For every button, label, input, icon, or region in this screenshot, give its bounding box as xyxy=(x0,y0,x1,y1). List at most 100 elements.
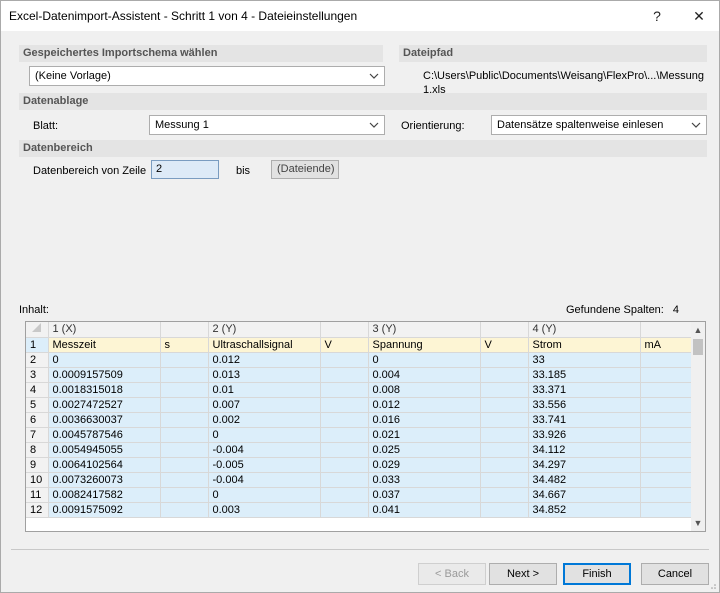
column-header[interactable]: 2 (Y) xyxy=(208,322,321,338)
column-header[interactable] xyxy=(480,322,529,338)
table-cell xyxy=(640,427,693,443)
back-button[interactable]: < Back xyxy=(418,563,486,585)
range-from-input[interactable]: 2 xyxy=(151,160,219,179)
resize-grip-icon[interactable] xyxy=(707,580,717,590)
table-cell: Spannung xyxy=(368,337,481,353)
chevron-up-icon[interactable]: ▲ xyxy=(691,322,705,338)
scroll-thumb[interactable] xyxy=(693,339,703,355)
table-cell: 0.008 xyxy=(368,382,481,398)
orientation-select[interactable]: Datensätze spaltenweise einlesen xyxy=(491,115,707,135)
preview-table: 1 (X) 2 (Y) 3 (Y) 4 (Y) 1 Messzeit s Ult… xyxy=(26,322,693,518)
table-cell: s xyxy=(160,337,209,353)
table-cell: 34.112 xyxy=(528,442,641,458)
table-cell: 0.033 xyxy=(368,472,481,488)
table-cell xyxy=(640,487,693,503)
table-cell xyxy=(480,472,529,488)
table-row[interactable]: 1 Messzeit s Ultraschallsignal V Spannun… xyxy=(26,337,693,353)
chevron-down-icon[interactable]: ▼ xyxy=(691,515,705,531)
table-row[interactable]: 6 0.0036630037 0.002 0.016 33.741 xyxy=(26,412,693,428)
import-schema-select[interactable]: (Keine Vorlage) xyxy=(29,66,385,86)
table-cell xyxy=(480,412,529,428)
table-cell xyxy=(480,457,529,473)
table-cell: 0.003 xyxy=(208,502,321,518)
table-row[interactable]: 4 0.0018315018 0.01 0.008 33.371 xyxy=(26,382,693,398)
row-number: 9 xyxy=(26,457,49,473)
separator xyxy=(11,549,709,550)
table-cell: 34.482 xyxy=(528,472,641,488)
table-cell: 0.0036630037 xyxy=(48,412,161,428)
column-header[interactable] xyxy=(320,322,369,338)
sheet-value: Messung 1 xyxy=(155,119,209,131)
grid-body: 1 Messzeit s Ultraschallsignal V Spannun… xyxy=(26,337,693,518)
table-row[interactable]: 2 0 0.012 0 33 xyxy=(26,352,693,368)
table-cell xyxy=(160,487,209,503)
table-cell xyxy=(320,427,369,443)
import-schema-header: Gespeichertes Importschema wählen xyxy=(19,45,383,62)
table-row[interactable]: 8 0.0054945055 -0.004 0.025 34.112 xyxy=(26,442,693,458)
import-wizard-window: Excel-Datenimport-Assistent - Schritt 1 … xyxy=(0,0,720,593)
column-header[interactable]: 3 (Y) xyxy=(368,322,481,338)
table-cell xyxy=(160,397,209,413)
table-cell xyxy=(640,457,693,473)
table-cell: 0.0027472527 xyxy=(48,397,161,413)
found-columns-label: Gefundene Spalten: xyxy=(566,304,664,316)
table-cell xyxy=(640,502,693,518)
table-row[interactable]: 10 0.0073260073 -0.004 0.033 34.482 xyxy=(26,472,693,488)
data-range-header: Datenbereich xyxy=(19,140,707,157)
table-cell: 0.021 xyxy=(368,427,481,443)
next-button[interactable]: Next > xyxy=(489,563,557,585)
preview-grid[interactable]: 1 (X) 2 (Y) 3 (Y) 4 (Y) 1 Messzeit s Ult… xyxy=(25,321,706,532)
table-cell: 33.926 xyxy=(528,427,641,443)
table-cell: 0 xyxy=(48,352,161,368)
table-row[interactable]: 3 0.0009157509 0.013 0.004 33.185 xyxy=(26,367,693,383)
sheet-select[interactable]: Messung 1 xyxy=(149,115,385,135)
found-columns: Gefundene Spalten: 4 xyxy=(566,303,679,317)
table-cell: 34.297 xyxy=(528,457,641,473)
table-cell: -0.004 xyxy=(208,472,321,488)
column-header[interactable] xyxy=(160,322,209,338)
table-cell xyxy=(640,352,693,368)
table-cell: -0.004 xyxy=(208,442,321,458)
table-row[interactable]: 5 0.0027472527 0.007 0.012 33.556 xyxy=(26,397,693,413)
column-header-row: 1 (X) 2 (Y) 3 (Y) 4 (Y) xyxy=(26,322,693,338)
table-row[interactable]: 12 0.0091575092 0.003 0.041 34.852 xyxy=(26,502,693,518)
column-header[interactable]: 4 (Y) xyxy=(528,322,641,338)
table-cell xyxy=(480,427,529,443)
import-schema-value: (Keine Vorlage) xyxy=(35,70,111,82)
table-cell xyxy=(640,397,693,413)
table-row[interactable]: 9 0.0064102564 -0.005 0.029 34.297 xyxy=(26,457,693,473)
row-number: 12 xyxy=(26,502,49,518)
table-cell xyxy=(640,382,693,398)
close-button[interactable]: ✕ xyxy=(681,1,717,31)
table-cell: 34.852 xyxy=(528,502,641,518)
table-cell xyxy=(480,442,529,458)
table-cell xyxy=(320,442,369,458)
vertical-scrollbar[interactable]: ▲ ▼ xyxy=(691,322,705,531)
table-cell xyxy=(480,352,529,368)
column-header[interactable] xyxy=(640,322,693,338)
table-cell: 33.185 xyxy=(528,367,641,383)
table-cell xyxy=(320,412,369,428)
chevron-down-icon xyxy=(369,122,379,128)
row-number: 5 xyxy=(26,397,49,413)
finish-button[interactable]: Finish xyxy=(563,563,631,585)
range-to-button[interactable]: (Dateiende) xyxy=(271,160,339,179)
table-cell: 0 xyxy=(208,487,321,503)
table-cell: Ultraschallsignal xyxy=(208,337,321,353)
table-cell: 33.741 xyxy=(528,412,641,428)
help-button[interactable]: ? xyxy=(639,1,675,31)
table-cell xyxy=(480,367,529,383)
table-cell xyxy=(480,502,529,518)
table-cell: Strom xyxy=(528,337,641,353)
row-number: 3 xyxy=(26,367,49,383)
cancel-button[interactable]: Cancel xyxy=(641,563,709,585)
row-number: 4 xyxy=(26,382,49,398)
table-cell: 0.004 xyxy=(368,367,481,383)
select-all-corner[interactable] xyxy=(26,322,49,338)
table-row[interactable]: 7 0.0045787546 0 0.021 33.926 xyxy=(26,427,693,443)
column-header[interactable]: 1 (X) xyxy=(48,322,161,338)
orientation-value: Datensätze spaltenweise einlesen xyxy=(497,119,664,131)
row-number: 10 xyxy=(26,472,49,488)
table-row[interactable]: 11 0.0082417582 0 0.037 34.667 xyxy=(26,487,693,503)
table-cell: 0.01 xyxy=(208,382,321,398)
